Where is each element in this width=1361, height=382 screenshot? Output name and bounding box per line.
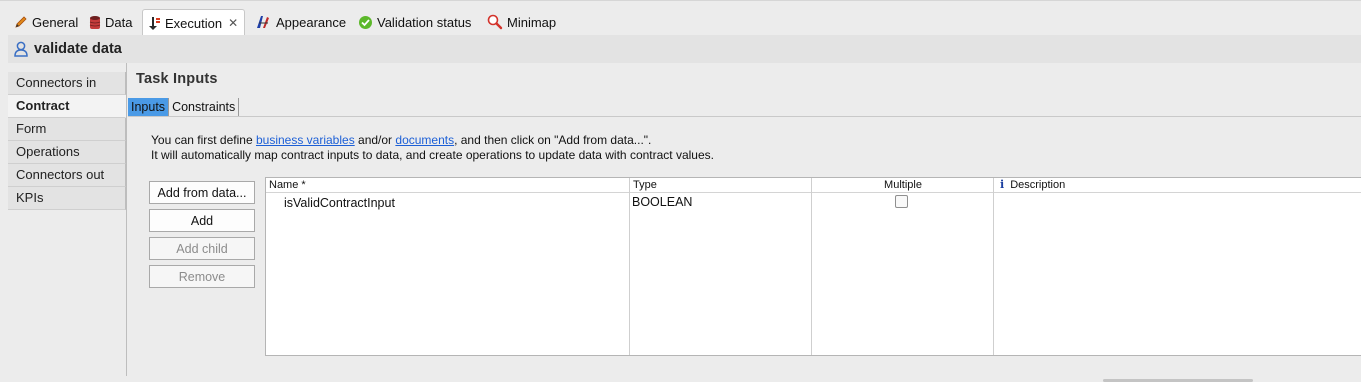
properties-content: Connectors in Contract Form Operations C… bbox=[8, 63, 1361, 377]
info-line-1: You can first define business variables … bbox=[151, 133, 714, 148]
tab-appearance[interactable]: Appearance bbox=[256, 10, 346, 34]
tab-data[interactable]: Data bbox=[89, 10, 132, 34]
tab-label: Execution bbox=[165, 15, 223, 31]
documents-link[interactable]: documents bbox=[395, 133, 454, 147]
tab-label: Validation status bbox=[377, 14, 472, 30]
cell-type[interactable]: BOOLEAN bbox=[632, 195, 692, 209]
column-header-description[interactable]: i Description bbox=[994, 178, 1361, 193]
properties-title-bar: validate data bbox=[8, 35, 1361, 63]
tab-general[interactable]: General bbox=[14, 10, 78, 34]
nav-item-kpis[interactable]: KPIs bbox=[8, 187, 126, 210]
column-header-multiple[interactable]: Multiple bbox=[812, 178, 994, 193]
nav-item-operations[interactable]: Operations bbox=[8, 141, 126, 164]
user-task-icon bbox=[14, 41, 28, 57]
inputs-panel: You can first define business variables … bbox=[128, 116, 1361, 377]
info-text-part: and/or bbox=[354, 133, 396, 147]
add-from-data-button[interactable]: Add from data... bbox=[149, 181, 255, 204]
info-icon: i bbox=[1000, 178, 1005, 191]
nav-item-connectors-in[interactable]: Connectors in bbox=[8, 72, 126, 95]
tab-label: Minimap bbox=[507, 14, 557, 30]
contract-inputs-table[interactable]: Name * Type Multiple i Description isVali… bbox=[265, 177, 1361, 356]
subtab-inputs[interactable]: Inputs bbox=[128, 98, 170, 116]
pencil-icon bbox=[15, 16, 27, 28]
nav-item-contract[interactable]: Contract bbox=[8, 95, 126, 118]
nav-item-connectors-out[interactable]: Connectors out bbox=[8, 164, 126, 187]
check-icon bbox=[359, 15, 372, 29]
appearance-icon bbox=[257, 16, 269, 28]
column-header-name[interactable]: Name * bbox=[266, 178, 632, 193]
contract-pane: Task Inputs Inputs Constraints You can f… bbox=[126, 63, 1361, 377]
business-variables-link[interactable]: business variables bbox=[256, 133, 355, 147]
description-header-label: Description bbox=[1010, 179, 1066, 191]
close-icon[interactable]: ✕ bbox=[228, 16, 238, 30]
info-text-part: You can first define bbox=[151, 133, 256, 147]
column-header-type[interactable]: Type bbox=[630, 178, 815, 193]
section-title: Task Inputs bbox=[136, 71, 218, 87]
magnifier-icon bbox=[487, 14, 503, 30]
tab-execution[interactable]: Execution ✕ bbox=[142, 9, 246, 36]
column-divider bbox=[811, 178, 812, 355]
info-text-part: , and then click on "Add from data...". bbox=[454, 133, 652, 147]
section-nav: Connectors in Contract Form Operations C… bbox=[8, 72, 126, 210]
add-child-button[interactable]: Add child bbox=[149, 237, 255, 260]
tab-validation-status[interactable]: Validation status bbox=[358, 10, 471, 34]
tab-label: Data bbox=[105, 14, 133, 30]
tab-label: General bbox=[32, 14, 79, 30]
info-line-2: It will automatically map contract input… bbox=[151, 148, 714, 162]
column-divider bbox=[993, 178, 994, 355]
add-button[interactable]: Add bbox=[149, 209, 255, 232]
execution-icon bbox=[149, 16, 160, 30]
page-title: validate data bbox=[34, 41, 122, 57]
info-text: You can first define business variables … bbox=[151, 133, 714, 163]
contract-subtabs: Inputs Constraints bbox=[128, 98, 240, 116]
multiple-checkbox[interactable] bbox=[895, 195, 908, 208]
tab-label: Appearance bbox=[276, 14, 347, 30]
editor-tab-bar: General Data Execution ✕ Appearance Vali… bbox=[0, 0, 1361, 36]
subtab-constraints[interactable]: Constraints bbox=[169, 98, 240, 116]
database-icon bbox=[89, 15, 101, 29]
cell-name[interactable]: isValidContractInput bbox=[284, 196, 395, 210]
remove-button[interactable]: Remove bbox=[149, 265, 255, 288]
nav-item-form[interactable]: Form bbox=[8, 118, 126, 141]
column-divider bbox=[629, 178, 630, 355]
tab-minimap[interactable]: Minimap bbox=[487, 10, 556, 34]
